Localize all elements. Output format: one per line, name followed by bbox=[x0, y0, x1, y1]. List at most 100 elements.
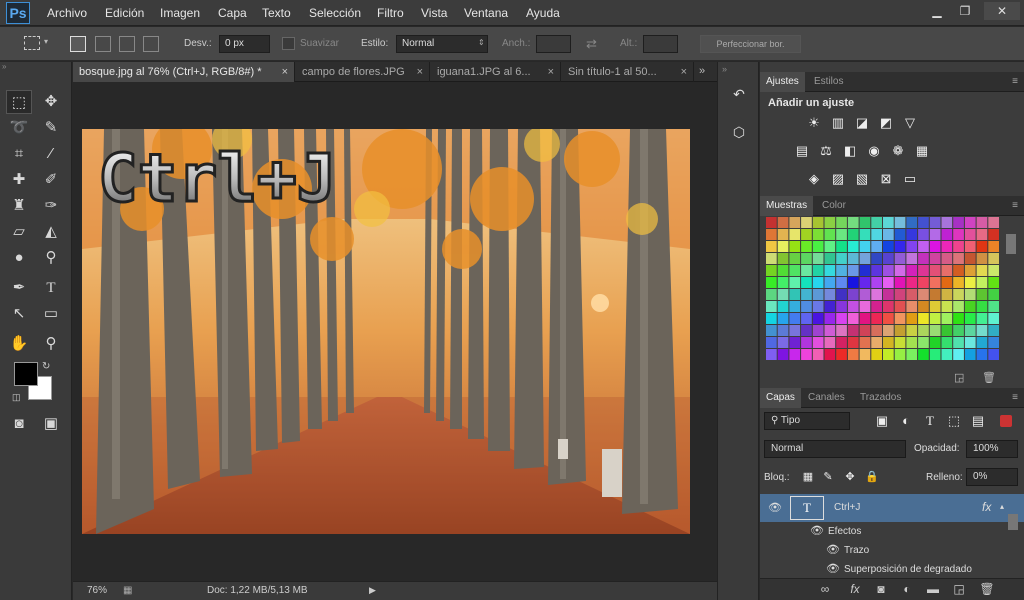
swatch-cell[interactable] bbox=[789, 349, 801, 360]
swatch-cell[interactable] bbox=[801, 349, 812, 360]
swatch-cell[interactable] bbox=[976, 253, 988, 264]
swatch-cell[interactable] bbox=[929, 325, 941, 336]
swatch-cell[interactable] bbox=[929, 241, 941, 252]
visibility-eye-icon[interactable]: 👁 bbox=[826, 563, 840, 575]
posterize-icon[interactable]: ▨ bbox=[830, 172, 846, 186]
swatch-cell[interactable] bbox=[824, 217, 836, 228]
swatch-cell[interactable] bbox=[847, 277, 859, 288]
menu-archivo[interactable]: Archivo bbox=[47, 6, 87, 20]
swatch-cell[interactable] bbox=[859, 325, 871, 336]
swatch-cell[interactable] bbox=[918, 289, 929, 300]
more-tabs-icon[interactable]: » bbox=[699, 65, 705, 77]
swatch-cell[interactable] bbox=[871, 313, 882, 324]
swatch-cell[interactable] bbox=[836, 253, 847, 264]
marquee-tool-preset-icon[interactable] bbox=[24, 36, 40, 50]
swatch-cell[interactable] bbox=[964, 217, 976, 228]
new-adjustment-icon[interactable]: ◐ bbox=[898, 579, 916, 599]
fx-badge-icon[interactable]: fx bbox=[982, 500, 991, 514]
swatch-cell[interactable] bbox=[906, 241, 918, 252]
menu-edicion[interactable]: Edición bbox=[105, 6, 144, 20]
swatch-cell[interactable] bbox=[964, 265, 976, 276]
swatch-cell[interactable] bbox=[964, 349, 976, 360]
swatch-cell[interactable] bbox=[906, 277, 918, 288]
tab-sin-titulo[interactable]: Sin título-1 al 50... × bbox=[562, 62, 694, 82]
swatch-cell[interactable] bbox=[941, 337, 953, 348]
swatch-cell[interactable] bbox=[883, 253, 894, 264]
swatch-cell[interactable] bbox=[847, 289, 859, 300]
zoom-icon[interactable]: ⚲ bbox=[38, 332, 64, 356]
curves-icon[interactable]: ◪ bbox=[854, 116, 870, 130]
swatch-cell[interactable] bbox=[871, 325, 882, 336]
selective-color-icon[interactable]: ⊠ bbox=[878, 172, 894, 186]
swatch-cell[interactable] bbox=[824, 229, 836, 240]
swatch-cell[interactable] bbox=[871, 349, 882, 360]
hand-icon[interactable]: ✋ bbox=[6, 332, 32, 356]
swatch-cell[interactable] bbox=[883, 337, 894, 348]
swatch-cell[interactable] bbox=[953, 349, 964, 360]
swatch-cell[interactable] bbox=[766, 289, 777, 300]
swatch-cell[interactable] bbox=[777, 217, 789, 228]
swatch-cell[interactable] bbox=[801, 325, 812, 336]
swatch-cell[interactable] bbox=[766, 277, 777, 288]
swatch-cell[interactable] bbox=[836, 301, 847, 312]
swatch-cell[interactable] bbox=[988, 217, 999, 228]
swatch-cell[interactable] bbox=[918, 325, 929, 336]
swatch-cell[interactable] bbox=[812, 277, 824, 288]
move-icon[interactable]: ✥ bbox=[38, 90, 64, 114]
swatch-cell[interactable] bbox=[847, 217, 859, 228]
history-icon[interactable]: ↶ bbox=[726, 82, 752, 106]
swatch-cell[interactable] bbox=[894, 229, 906, 240]
tab-muestras[interactable]: Muestras bbox=[760, 196, 814, 216]
swatch-cell[interactable] bbox=[871, 265, 882, 276]
swatch-cell[interactable] bbox=[812, 253, 824, 264]
swatch-cell[interactable] bbox=[941, 301, 953, 312]
swatch-cell[interactable] bbox=[894, 253, 906, 264]
swatch-cell[interactable] bbox=[801, 265, 812, 276]
tab-canales[interactable]: Canales bbox=[802, 388, 851, 408]
swatch-cell[interactable] bbox=[871, 289, 882, 300]
swatch-cell[interactable] bbox=[988, 349, 999, 360]
swatch-cell[interactable] bbox=[812, 349, 824, 360]
tab-iguana[interactable]: iguana1.JPG al 6... × bbox=[431, 62, 561, 82]
swatch-cell[interactable] bbox=[847, 241, 859, 252]
swatch-cell[interactable] bbox=[894, 337, 906, 348]
swatch-cell[interactable] bbox=[777, 325, 789, 336]
swatch-cell[interactable] bbox=[859, 301, 871, 312]
swatch-cell[interactable] bbox=[918, 277, 929, 288]
swatch-cell[interactable] bbox=[766, 301, 777, 312]
swatch-cell[interactable] bbox=[894, 265, 906, 276]
swatch-cell[interactable] bbox=[847, 229, 859, 240]
swatch-cell[interactable] bbox=[859, 217, 871, 228]
swatch-cell[interactable] bbox=[929, 265, 941, 276]
swatch-cell[interactable] bbox=[789, 217, 801, 228]
swatch-cell[interactable] bbox=[789, 277, 801, 288]
swatch-cell[interactable] bbox=[906, 253, 918, 264]
swatch-cell[interactable] bbox=[801, 313, 812, 324]
swatch-cell[interactable] bbox=[883, 301, 894, 312]
swatch-cell[interactable] bbox=[941, 349, 953, 360]
close-tab-icon[interactable]: × bbox=[282, 62, 288, 82]
close-tab-icon[interactable]: × bbox=[417, 62, 423, 82]
dodge-icon[interactable]: ⚲ bbox=[38, 246, 64, 270]
swatch-cell[interactable] bbox=[871, 217, 882, 228]
swatch-cell[interactable] bbox=[964, 313, 976, 324]
tab-ajustes[interactable]: Ajustes bbox=[760, 72, 805, 92]
swatch-cell[interactable] bbox=[777, 277, 789, 288]
swatch-cell[interactable] bbox=[929, 337, 941, 348]
swatch-cell[interactable] bbox=[976, 325, 988, 336]
swatch-cell[interactable] bbox=[941, 325, 953, 336]
close-icon[interactable]: ✕ bbox=[984, 2, 1020, 20]
swatch-cell[interactable] bbox=[988, 289, 999, 300]
add-mask-icon[interactable]: ◙ bbox=[872, 579, 890, 599]
swatch-cell[interactable] bbox=[836, 337, 847, 348]
swatch-cell[interactable] bbox=[929, 301, 941, 312]
channel-mixer-icon[interactable]: ❁ bbox=[890, 144, 906, 158]
opacity-input[interactable]: 100% bbox=[966, 440, 1018, 458]
3d-icon[interactable]: ⬡ bbox=[726, 120, 752, 144]
lock-pixels-icon[interactable]: ✎ bbox=[820, 470, 836, 484]
default-colors-icon[interactable]: ◫ bbox=[12, 392, 21, 403]
swatch-cell[interactable] bbox=[929, 253, 941, 264]
threshold-icon[interactable]: ▧ bbox=[854, 172, 870, 186]
menu-seleccion[interactable]: Selección bbox=[309, 6, 361, 20]
swatch-cell[interactable] bbox=[918, 241, 929, 252]
